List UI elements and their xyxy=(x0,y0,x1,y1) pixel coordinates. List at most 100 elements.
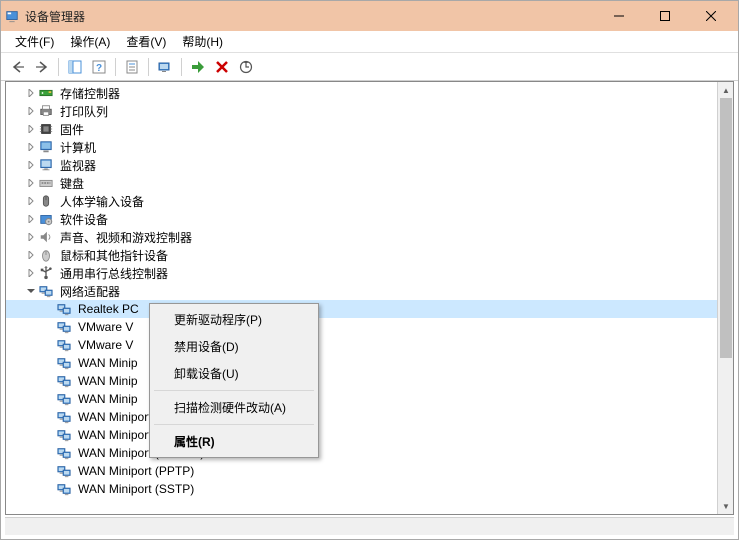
show-hide-tree-button[interactable] xyxy=(64,56,86,78)
tree-item[interactable]: WAN Minip xyxy=(6,354,717,372)
context-menu-item[interactable]: 禁用设备(D) xyxy=(152,333,316,360)
net-icon xyxy=(56,373,72,389)
context-menu-item[interactable]: 更新驱动程序(P) xyxy=(152,306,316,333)
scan-hardware-button[interactable] xyxy=(154,56,176,78)
scroll-down-arrow-icon[interactable]: ▼ xyxy=(718,498,734,514)
chevron-right-icon[interactable] xyxy=(24,158,38,172)
scroll-thumb[interactable] xyxy=(720,98,732,358)
chevron-right-icon[interactable] xyxy=(24,86,38,100)
tree-item-label: 键盘 xyxy=(58,174,86,193)
usb-icon xyxy=(38,265,54,281)
tree-item-label: WAN Minip xyxy=(76,373,140,389)
chevron-right-icon[interactable] xyxy=(24,230,38,244)
tree-item[interactable]: 软件设备 xyxy=(6,210,717,228)
net-icon xyxy=(56,427,72,443)
twist-empty xyxy=(42,482,56,496)
tree-item[interactable]: 存储控制器 xyxy=(6,84,717,102)
minimize-button[interactable] xyxy=(596,1,642,31)
tree-item[interactable]: 监视器 xyxy=(6,156,717,174)
back-button[interactable] xyxy=(7,56,29,78)
tree-item[interactable]: WAN Minip xyxy=(6,372,717,390)
properties-button[interactable] xyxy=(121,56,143,78)
update-driver-button[interactable] xyxy=(235,56,257,78)
net-icon xyxy=(56,337,72,353)
chevron-right-icon[interactable] xyxy=(24,140,38,154)
vertical-scrollbar[interactable]: ▲ ▼ xyxy=(717,82,733,514)
tree-item[interactable]: 通用串行总线控制器 xyxy=(6,264,717,282)
tree-item-label: 声音、视频和游戏控制器 xyxy=(58,228,194,247)
chevron-right-icon[interactable] xyxy=(24,194,38,208)
context-menu-item[interactable]: 扫描检测硬件改动(A) xyxy=(152,394,316,421)
menu-help[interactable]: 帮助(H) xyxy=(174,31,231,52)
menu-view[interactable]: 查看(V) xyxy=(118,31,174,52)
svg-text:?: ? xyxy=(96,63,102,74)
window-title: 设备管理器 xyxy=(25,8,85,25)
toolbar-separator xyxy=(115,58,116,76)
twist-empty xyxy=(42,428,56,442)
tree-item-label: 存储控制器 xyxy=(58,84,122,103)
menu-file[interactable]: 文件(F) xyxy=(7,31,62,52)
tree-item[interactable]: 人体学输入设备 xyxy=(6,192,717,210)
context-menu-separator xyxy=(154,424,314,425)
forward-button[interactable] xyxy=(31,56,53,78)
computer-icon xyxy=(38,139,54,155)
twist-empty xyxy=(42,356,56,370)
menubar: 文件(F) 操作(A) 查看(V) 帮助(H) xyxy=(1,31,738,53)
tree-item[interactable]: WAN Miniport (PPPOE) xyxy=(6,444,717,462)
tree-item[interactable]: WAN Minip xyxy=(6,390,717,408)
chevron-down-icon[interactable] xyxy=(24,284,38,298)
net-icon xyxy=(56,355,72,371)
scroll-up-arrow-icon[interactable]: ▲ xyxy=(718,82,734,98)
tree-item[interactable]: Realtek PC xyxy=(6,300,717,318)
window-controls xyxy=(596,1,734,31)
chevron-right-icon[interactable] xyxy=(24,176,38,190)
twist-empty xyxy=(42,410,56,424)
tree-item-label: WAN Miniport (SSTP) xyxy=(76,481,196,497)
uninstall-device-button[interactable] xyxy=(211,56,233,78)
titlebar-left: 设备管理器 xyxy=(5,8,85,25)
chevron-right-icon[interactable] xyxy=(24,266,38,280)
device-tree[interactable]: 存储控制器打印队列固件计算机监视器键盘人体学输入设备软件设备声音、视频和游戏控制… xyxy=(6,82,717,514)
tree-item[interactable]: 计算机 xyxy=(6,138,717,156)
toolbar: ? xyxy=(1,53,738,81)
tree-item[interactable]: 键盘 xyxy=(6,174,717,192)
net-icon xyxy=(56,463,72,479)
storage-ctrl-icon xyxy=(38,85,54,101)
tree-item[interactable]: WAN Miniport (PPTP) xyxy=(6,462,717,480)
help-button[interactable]: ? xyxy=(88,56,110,78)
tree-item-label: 监视器 xyxy=(58,156,98,175)
tree-item[interactable]: 网络适配器 xyxy=(6,282,717,300)
tree-item-label: Realtek PC xyxy=(76,301,141,317)
tree-item[interactable]: WAN Miniport (SSTP) xyxy=(6,480,717,498)
maximize-button[interactable] xyxy=(642,1,688,31)
close-button[interactable] xyxy=(688,1,734,31)
chevron-right-icon[interactable] xyxy=(24,104,38,118)
audio-icon xyxy=(38,229,54,245)
statusbar xyxy=(5,517,734,535)
mouse-icon xyxy=(38,247,54,263)
context-menu-item[interactable]: 卸载设备(U) xyxy=(152,360,316,387)
chevron-right-icon[interactable] xyxy=(24,122,38,136)
firmware-icon xyxy=(38,121,54,137)
chevron-right-icon[interactable] xyxy=(24,212,38,226)
tree-item-label: WAN Minip xyxy=(76,391,140,407)
tree-item[interactable]: VMware V xyxy=(6,336,717,354)
twist-empty xyxy=(42,320,56,334)
menu-action[interactable]: 操作(A) xyxy=(62,31,118,52)
context-menu-item[interactable]: 属性(R) xyxy=(152,428,316,455)
tree-item[interactable]: WAN Miniport (Network Monitor) xyxy=(6,426,717,444)
tree-item-label: 计算机 xyxy=(58,138,98,157)
twist-empty xyxy=(42,302,56,316)
enable-device-button[interactable] xyxy=(187,56,209,78)
tree-item[interactable]: WAN Miniport (L2TP) xyxy=(6,408,717,426)
keyboard-icon xyxy=(38,175,54,191)
tree-item-label: 打印队列 xyxy=(58,102,110,121)
tree-item-label: WAN Minip xyxy=(76,355,140,371)
tree-item[interactable]: 打印队列 xyxy=(6,102,717,120)
tree-item[interactable]: 鼠标和其他指针设备 xyxy=(6,246,717,264)
net-icon xyxy=(56,319,72,335)
tree-item[interactable]: VMware V xyxy=(6,318,717,336)
chevron-right-icon[interactable] xyxy=(24,248,38,262)
tree-item[interactable]: 固件 xyxy=(6,120,717,138)
tree-item[interactable]: 声音、视频和游戏控制器 xyxy=(6,228,717,246)
